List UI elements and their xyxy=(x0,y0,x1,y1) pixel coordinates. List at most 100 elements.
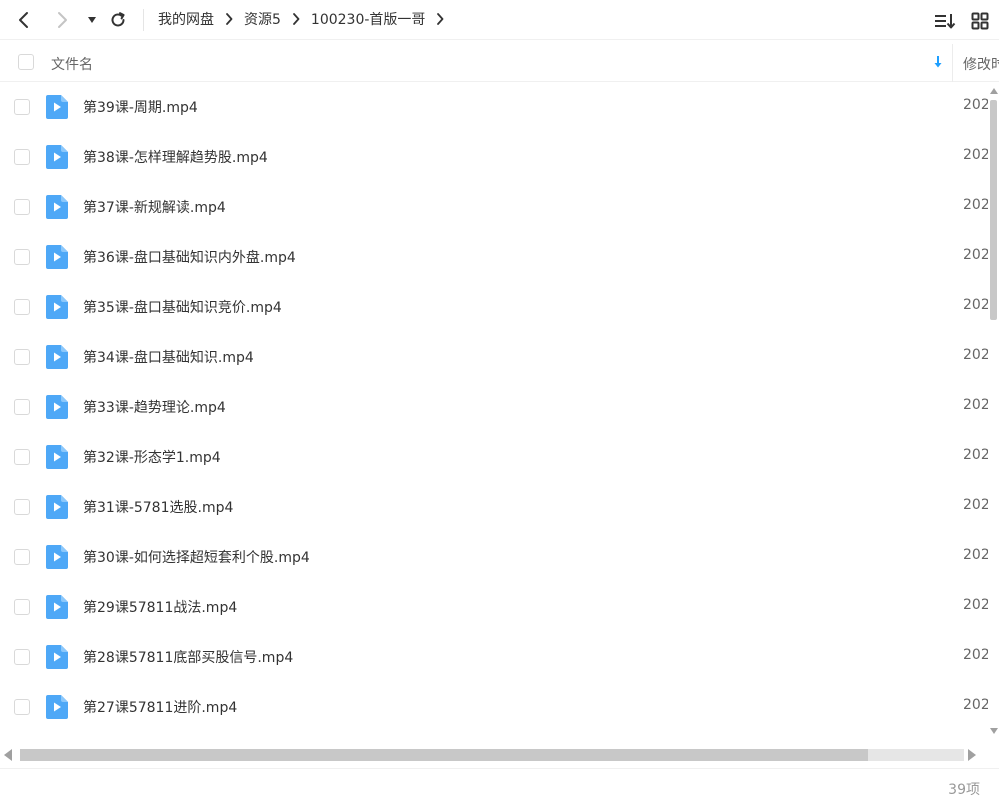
chevron-right-icon xyxy=(292,13,300,25)
video-file-icon xyxy=(46,345,68,369)
back-button[interactable] xyxy=(12,8,36,32)
horizontal-scroll-thumb[interactable] xyxy=(20,749,868,761)
file-row[interactable]: 第35课-盘口基础知识竞价.mp4 2024 xyxy=(0,282,988,332)
file-name[interactable]: 第27课57811进阶.mp4 xyxy=(83,697,237,717)
file-row[interactable]: 第37课-新规解读.mp4 2024 xyxy=(0,182,988,232)
file-checkbox[interactable] xyxy=(14,149,30,165)
horizontal-scroll-track[interactable] xyxy=(20,749,964,761)
item-count: 39项 xyxy=(948,782,980,798)
file-checkbox[interactable] xyxy=(14,99,30,115)
video-file-icon xyxy=(46,595,68,619)
file-name[interactable]: 第36课-盘口基础知识内外盘.mp4 xyxy=(83,247,296,267)
file-row[interactable]: 第29课57811战法.mp4 2024 xyxy=(0,582,988,632)
file-modified-date: 2024 xyxy=(963,497,988,513)
file-row[interactable]: 第30课-如何选择超短套利个股.mp4 2024 xyxy=(0,532,988,582)
file-row[interactable]: 第34课-盘口基础知识.mp4 2024 xyxy=(0,332,988,382)
grid-view-button[interactable] xyxy=(969,10,991,32)
breadcrumb-item-folder[interactable]: 资源5 xyxy=(244,9,281,29)
scroll-down-arrow-icon[interactable] xyxy=(990,728,998,734)
file-row[interactable]: 第39课-周期.mp4 2024 xyxy=(0,82,988,132)
file-modified-date: 2024 xyxy=(963,147,988,163)
video-file-icon xyxy=(46,245,68,269)
file-checkbox[interactable] xyxy=(14,649,30,665)
file-modified-date: 2024 xyxy=(963,297,988,313)
chevron-right-icon xyxy=(225,13,233,25)
file-modified-date: 2024 xyxy=(963,397,988,413)
file-row[interactable]: 第38课-怎样理解趋势股.mp4 2024 xyxy=(0,132,988,182)
file-checkbox[interactable] xyxy=(14,699,30,715)
scroll-left-arrow-icon[interactable] xyxy=(4,749,12,761)
column-header-modified[interactable]: 修改时间 xyxy=(963,54,999,74)
file-modified-date: 2024 xyxy=(963,597,988,613)
sort-descending-icon[interactable] xyxy=(931,54,945,70)
file-name[interactable]: 第31课-5781选股.mp4 xyxy=(83,497,233,517)
file-name[interactable]: 第32课-形态学1.mp4 xyxy=(83,447,221,467)
forward-button[interactable] xyxy=(50,8,74,32)
vertical-scroll-track[interactable] xyxy=(990,100,997,720)
scroll-up-arrow-icon[interactable] xyxy=(990,88,998,94)
select-all-checkbox[interactable] xyxy=(18,54,34,70)
file-row[interactable]: 第28课57811底部买股信号.mp4 2024 xyxy=(0,632,988,682)
scroll-right-arrow-icon[interactable] xyxy=(968,749,976,761)
video-file-icon xyxy=(46,495,68,519)
file-row[interactable]: 第27课57811进阶.mp4 2024 xyxy=(0,682,988,732)
sort-view-button[interactable] xyxy=(934,10,956,32)
file-name[interactable]: 第39课-周期.mp4 xyxy=(83,97,198,117)
breadcrumb: 我的网盘 资源5 100230-首版一哥 xyxy=(158,9,455,29)
file-checkbox[interactable] xyxy=(14,499,30,515)
chevron-right-icon xyxy=(58,12,67,28)
status-bar: 39项 xyxy=(0,768,999,798)
vertical-scrollbar[interactable] xyxy=(988,82,999,742)
file-list: 第39课-周期.mp4 2024 第38课-怎样理解趋势股.mp4 2024 第37课-… xyxy=(0,82,988,742)
file-checkbox[interactable] xyxy=(14,399,30,415)
file-checkbox[interactable] xyxy=(14,449,30,465)
caret-down-icon xyxy=(88,17,96,23)
video-file-icon xyxy=(46,145,68,169)
sort-list-icon xyxy=(935,14,956,29)
file-name[interactable]: 第38课-怎样理解趋势股.mp4 xyxy=(83,147,268,167)
file-modified-date: 2024 xyxy=(963,247,988,263)
file-name[interactable]: 第33课-趋势理论.mp4 xyxy=(83,397,226,417)
grid-icon xyxy=(971,12,989,30)
file-modified-date: 2024 xyxy=(963,347,988,363)
file-checkbox[interactable] xyxy=(14,199,30,215)
file-checkbox[interactable] xyxy=(14,349,30,365)
file-name[interactable]: 第35课-盘口基础知识竞价.mp4 xyxy=(83,297,282,317)
file-name[interactable]: 第28课57811底部买股信号.mp4 xyxy=(83,647,293,667)
file-checkbox[interactable] xyxy=(14,599,30,615)
video-file-icon xyxy=(46,695,68,719)
file-row[interactable]: 第33课-趋势理论.mp4 2024 xyxy=(0,382,988,432)
video-file-icon xyxy=(46,445,68,469)
toolbar-divider xyxy=(143,9,144,31)
file-list-header: 文件名 修改时间 xyxy=(0,44,999,82)
chevron-right-icon[interactable] xyxy=(436,13,444,25)
history-dropdown-button[interactable] xyxy=(80,8,104,32)
file-modified-date: 2024 xyxy=(963,547,988,563)
video-file-icon xyxy=(46,395,68,419)
video-file-icon xyxy=(46,545,68,569)
column-divider[interactable] xyxy=(952,44,953,82)
file-checkbox[interactable] xyxy=(14,249,30,265)
breadcrumb-item-root[interactable]: 我的网盘 xyxy=(158,9,214,29)
file-name[interactable]: 第30课-如何选择超短套利个股.mp4 xyxy=(83,547,310,567)
video-file-icon xyxy=(46,195,68,219)
horizontal-scrollbar[interactable] xyxy=(0,744,999,766)
file-modified-date: 2024 xyxy=(963,447,988,463)
file-row[interactable]: 第32课-形态学1.mp4 2024 xyxy=(0,432,988,482)
vertical-scroll-thumb[interactable] xyxy=(990,100,997,320)
file-name[interactable]: 第29课57811战法.mp4 xyxy=(83,597,237,617)
refresh-icon xyxy=(111,12,125,27)
file-name[interactable]: 第37课-新规解读.mp4 xyxy=(83,197,226,217)
file-checkbox[interactable] xyxy=(14,299,30,315)
file-modified-date: 2024 xyxy=(963,97,988,113)
file-row[interactable]: 第36课-盘口基础知识内外盘.mp4 2024 xyxy=(0,232,988,282)
chevron-left-icon xyxy=(19,12,28,28)
video-file-icon xyxy=(46,295,68,319)
video-file-icon xyxy=(46,95,68,119)
file-row[interactable]: 第31课-5781选股.mp4 2024 xyxy=(0,482,988,532)
refresh-button[interactable] xyxy=(106,8,130,32)
breadcrumb-item-current[interactable]: 100230-首版一哥 xyxy=(311,9,426,29)
file-name[interactable]: 第34课-盘口基础知识.mp4 xyxy=(83,347,254,367)
column-header-name[interactable]: 文件名 xyxy=(51,54,93,74)
file-checkbox[interactable] xyxy=(14,549,30,565)
